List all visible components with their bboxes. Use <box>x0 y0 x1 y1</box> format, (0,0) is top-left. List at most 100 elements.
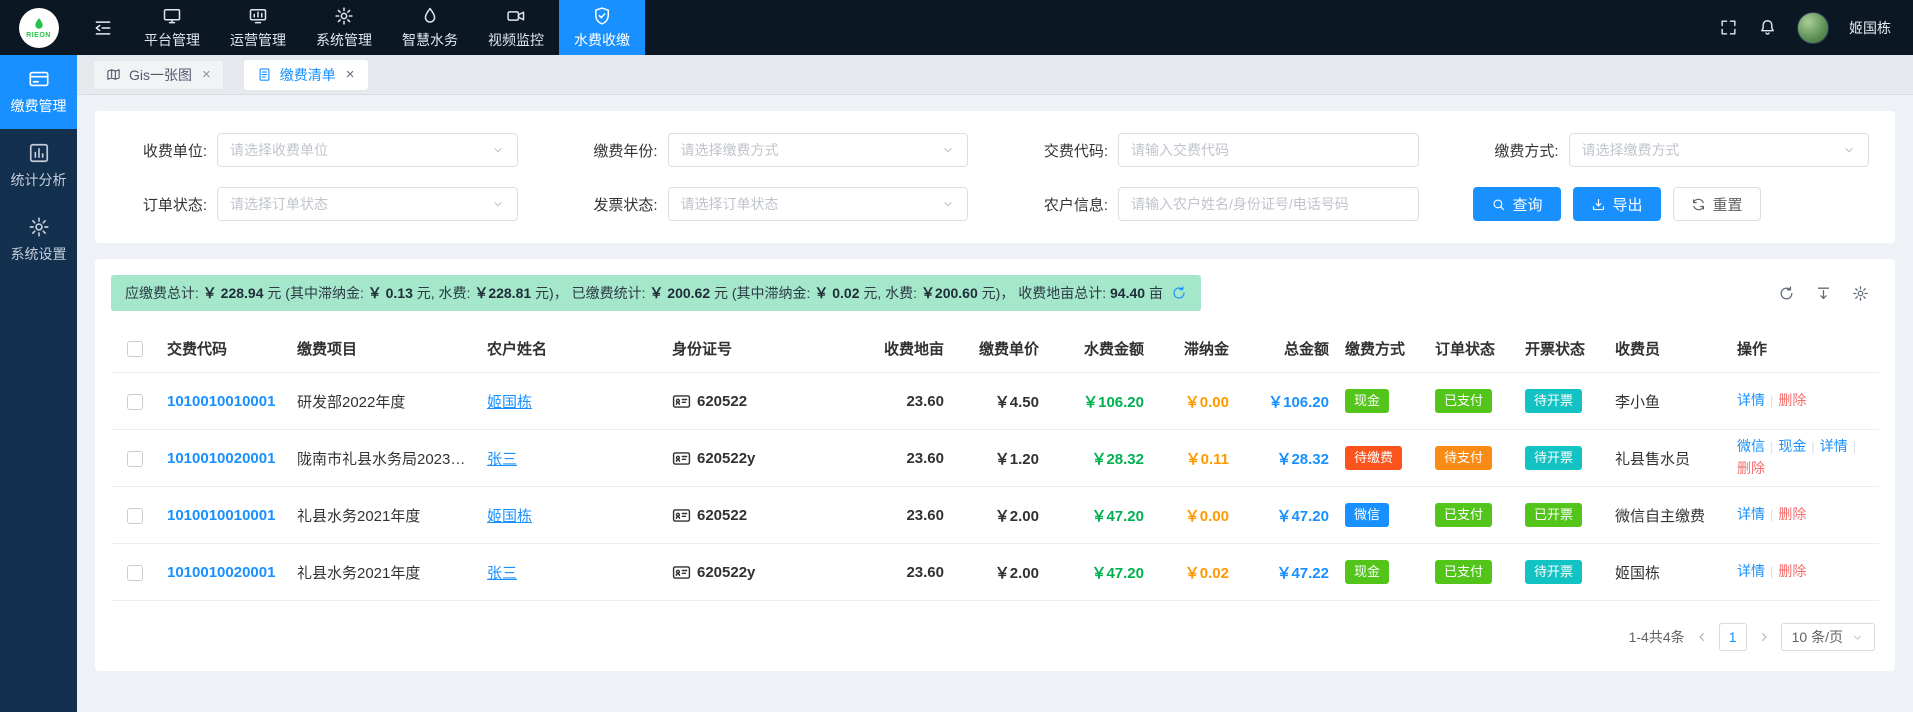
row-checkbox[interactable] <box>127 508 143 524</box>
row-action[interactable]: 删除 <box>1778 563 1806 579</box>
refresh-icon[interactable] <box>1778 285 1795 302</box>
id-number-text: 620522 <box>697 507 747 524</box>
row-action[interactable]: 详情 <box>1737 506 1765 522</box>
column-header: 滞纳金 <box>1152 325 1237 373</box>
water-icon <box>31 16 47 32</box>
reset-button-label: 重置 <box>1713 194 1743 215</box>
filter-input[interactable]: 请输入交费代码 <box>1118 133 1419 167</box>
reset-button[interactable]: 重置 <box>1673 187 1761 221</box>
table-row: 1010010010001研发部2022年度姬国栋62052223.60￥4.5… <box>111 373 1879 430</box>
nav-item-0[interactable]: 平台管理 <box>129 0 215 55</box>
system-icon <box>334 6 354 26</box>
column-header: 操作 <box>1729 325 1879 373</box>
farmer-name-link[interactable]: 姬国栋 <box>487 394 532 411</box>
row-action[interactable]: 详情 <box>1737 563 1765 579</box>
filter-select[interactable]: 请选择收费单位 <box>217 133 518 167</box>
operation-icon <box>248 6 268 26</box>
collapse-icon[interactable] <box>77 0 129 55</box>
row-action[interactable]: 微信 <box>1737 438 1765 454</box>
row-action[interactable]: 详情 <box>1737 392 1765 408</box>
select-all-checkbox[interactable] <box>127 341 143 357</box>
download-icon[interactable] <box>1815 285 1832 302</box>
close-icon[interactable]: × <box>346 67 355 82</box>
cell-total: ￥47.22 <box>1237 544 1337 601</box>
sidebar-item-1[interactable]: 统计分析 <box>0 129 77 203</box>
bell-icon[interactable] <box>1758 18 1777 37</box>
nav-item-3[interactable]: 智慧水务 <box>387 0 473 55</box>
row-action[interactable]: 删除 <box>1737 460 1765 476</box>
next-page-button[interactable] <box>1757 630 1771 644</box>
farmer-name-link[interactable]: 姬国栋 <box>487 508 532 525</box>
filter-select[interactable]: 请选择缴费方式 <box>668 133 969 167</box>
summary-segment: ￥228.81 <box>474 285 535 301</box>
column-header: 缴费项目 <box>289 325 479 373</box>
summary-bar: 应缴费总计: ￥ 228.94 元 (其中滞纳金: ￥ 0.13 元, 水费: … <box>111 275 1201 311</box>
row-checkbox[interactable] <box>127 394 143 410</box>
gear-icon[interactable] <box>1852 285 1869 302</box>
fee-code-link[interactable]: 1010010010001 <box>167 393 275 410</box>
cell-code: 1010010010001 <box>159 487 289 544</box>
id-card-icon <box>672 392 691 411</box>
nav-item-5[interactable]: 水费收缴 <box>559 0 645 55</box>
status-badge: 待开票 <box>1525 446 1582 470</box>
id-card-icon <box>672 563 691 582</box>
row-checkbox[interactable] <box>127 565 143 581</box>
cell-order_status: 已支付 <box>1427 373 1517 430</box>
filter-select[interactable]: 请选择缴费方式 <box>1569 133 1870 167</box>
row-action[interactable]: 现金 <box>1778 438 1806 454</box>
filter-select[interactable]: 请选择订单状态 <box>668 187 969 221</box>
cell-actions: 详情|删除 <box>1729 487 1879 544</box>
row-checkbox[interactable] <box>127 451 143 467</box>
tab-1[interactable]: 缴费清单× <box>244 60 368 90</box>
nav-item-label: 水费收缴 <box>574 30 630 50</box>
refresh-icon[interactable] <box>1171 285 1187 301</box>
status-badge: 待开票 <box>1525 389 1582 413</box>
cell-water_fee: ￥28.32 <box>1047 430 1152 487</box>
summary-segment: ￥ 0.02 <box>814 285 863 301</box>
id-number-text: 620522y <box>697 564 755 581</box>
farmer-name-link[interactable]: 张三 <box>487 451 517 468</box>
cell-total: ￥28.32 <box>1237 430 1337 487</box>
tab-0[interactable]: Gis一张图 × <box>93 60 224 90</box>
sidebar-item-2[interactable]: 系统设置 <box>0 203 77 277</box>
cell-order_status: 待支付 <box>1427 430 1517 487</box>
placeholder-text: 请选择缴费方式 <box>681 140 942 160</box>
nav-item-1[interactable]: 运营管理 <box>215 0 301 55</box>
row-action[interactable]: 删除 <box>1778 506 1806 522</box>
cell-actions: 详情|删除 <box>1729 373 1879 430</box>
column-header: 收费员 <box>1607 325 1729 373</box>
prev-page-button[interactable] <box>1695 630 1709 644</box>
filter-input[interactable]: 请输入农户姓名/身份证号/电话号码 <box>1118 187 1419 221</box>
sidebar-item-0[interactable]: 缴费管理 <box>0 55 77 129</box>
close-icon[interactable]: × <box>202 67 211 82</box>
current-page[interactable]: 1 <box>1719 623 1747 651</box>
filter-label: 缴费方式: <box>1473 140 1559 161</box>
status-badge: 待开票 <box>1525 560 1582 584</box>
placeholder-text: 请选择订单状态 <box>230 194 491 214</box>
status-badge: 现金 <box>1345 560 1389 584</box>
tab-label: Gis一张图 <box>129 65 192 85</box>
search-button[interactable]: 查询 <box>1473 187 1561 221</box>
fee-code-link[interactable]: 1010010010001 <box>167 507 275 524</box>
export-button[interactable]: 导出 <box>1573 187 1661 221</box>
filter-select[interactable]: 请选择订单状态 <box>217 187 518 221</box>
fullscreen-icon[interactable] <box>1719 18 1738 37</box>
nav-item-label: 视频监控 <box>488 30 544 50</box>
placeholder-text: 请选择缴费方式 <box>1582 140 1843 160</box>
row-action[interactable]: 删除 <box>1778 392 1806 408</box>
page-size-select[interactable]: 10 条/页 <box>1781 623 1875 651</box>
nav-item-2[interactable]: 系统管理 <box>301 0 387 55</box>
nav-item-4[interactable]: 视频监控 <box>473 0 559 55</box>
row-action[interactable]: 详情 <box>1820 438 1848 454</box>
filter-label: 订单状态: <box>121 194 207 215</box>
fee-code-link[interactable]: 1010010020001 <box>167 564 275 581</box>
sidebar-item-label: 统计分析 <box>11 170 67 190</box>
filter-field-6: 农户信息:请输入农户姓名/身份证号/电话号码 <box>1022 187 1419 221</box>
row-select-cell <box>111 373 159 430</box>
fee-code-link[interactable]: 1010010020001 <box>167 450 275 467</box>
column-header: 身份证号 <box>664 325 864 373</box>
nav-item-label: 平台管理 <box>144 30 200 50</box>
farmer-name-link[interactable]: 张三 <box>487 565 517 582</box>
user-avatar[interactable] <box>1797 12 1829 44</box>
filter-label: 发票状态: <box>572 194 658 215</box>
